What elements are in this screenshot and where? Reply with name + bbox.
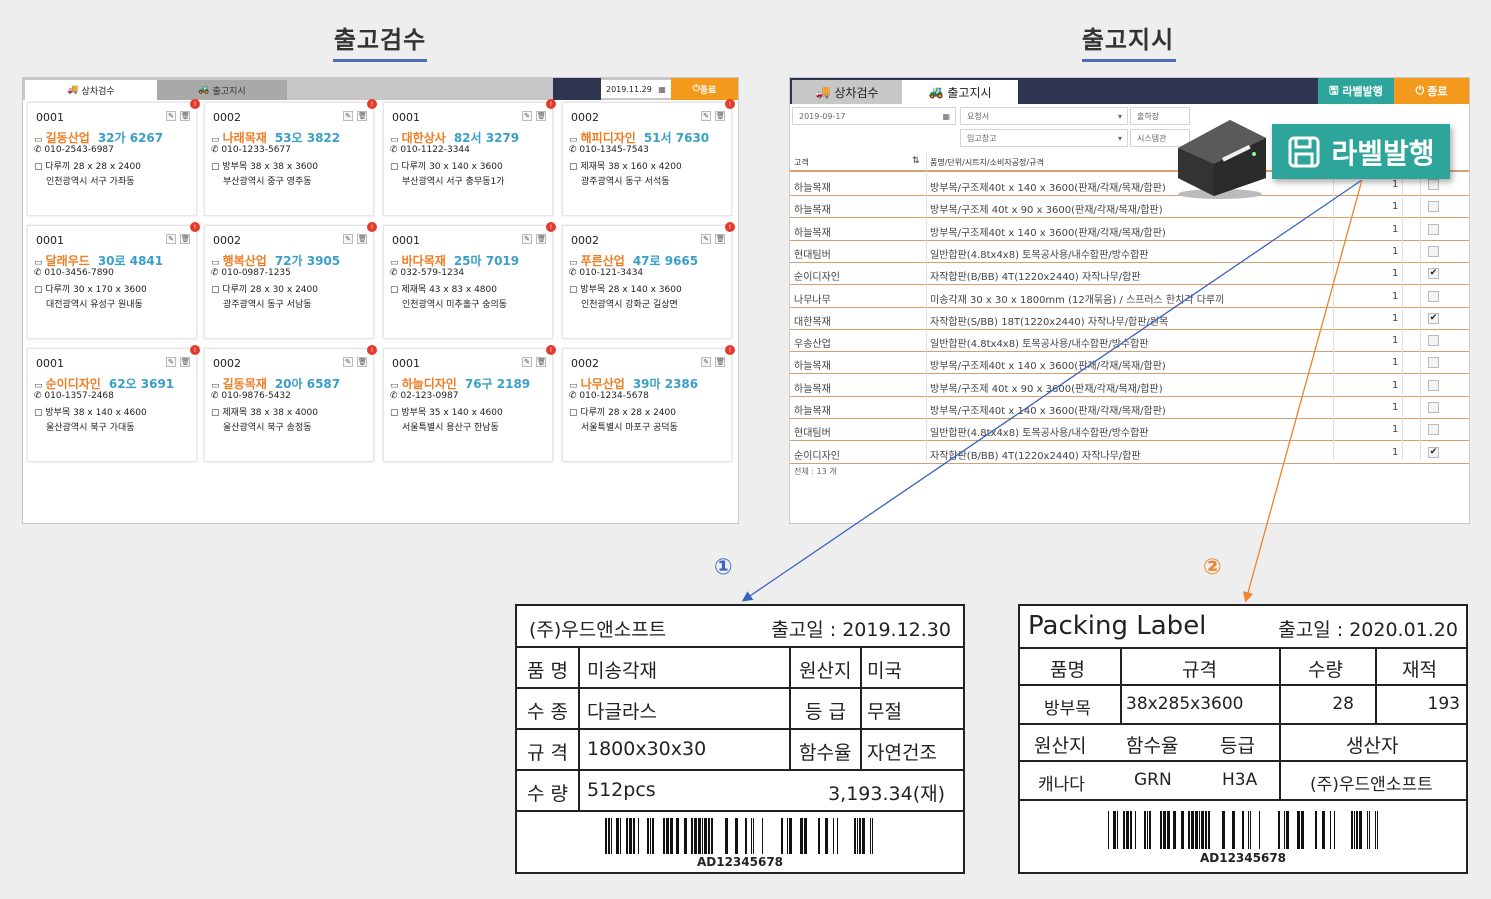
divider [1020, 760, 1466, 762]
key-grade: 등 급 [805, 701, 846, 723]
label-title: Packing Label [1028, 611, 1207, 641]
val-volume: 193 [1427, 694, 1460, 714]
val-grade: H3A [1222, 770, 1258, 790]
val-qty: 28 [1332, 694, 1354, 714]
label-date: 출고일 : 2019.12.30 [771, 619, 951, 641]
key-size: 규 격 [527, 742, 568, 764]
val-qty: 512pcs [587, 779, 656, 801]
arrow-to-label-1 [741, 179, 1363, 602]
val-size: 1800x30x30 [587, 738, 707, 760]
divider [517, 728, 963, 730]
divider [578, 646, 580, 810]
val-product: 방부목 [1044, 699, 1091, 719]
val-size: 38x285x3600 [1126, 694, 1244, 714]
divider [517, 646, 963, 648]
barcode [605, 818, 873, 854]
divider [517, 687, 963, 689]
val-product: 미송각재 [587, 660, 657, 682]
divider [789, 646, 791, 770]
val-origin: 캐나다 [1038, 775, 1085, 795]
shipping-label-1: (주)우드앤소프트 출고일 : 2019.12.30 품 명 미송각재 원산지 … [515, 604, 965, 874]
barcode-text: AD12345678 [1199, 851, 1287, 865]
val-origin: 미국 [867, 660, 902, 682]
head-grade: 등급 [1220, 735, 1255, 757]
val-moisture: GRN [1134, 770, 1172, 790]
divider [1375, 647, 1377, 723]
head-moisture: 함수율 [1126, 735, 1179, 757]
key-moisture: 함수율 [799, 742, 852, 764]
key-species: 수 종 [527, 701, 568, 723]
divider [1020, 684, 1466, 686]
packing-label-2: Packing Label 출고일 : 2020.01.20 품명 규격 수량 … [1018, 604, 1468, 874]
label-2-marker: ② [1203, 555, 1222, 580]
head-size: 규격 [1182, 659, 1217, 681]
val-moisture: 자연건조 [867, 742, 937, 764]
divider [517, 810, 963, 812]
divider [1279, 647, 1281, 799]
divider [1020, 723, 1466, 725]
head-origin: 원산지 [1034, 735, 1087, 757]
label-date: 출고일 : 2020.01.20 [1278, 619, 1458, 641]
val-volume: 3,193.34(재) [828, 783, 945, 805]
key-qty: 수 량 [527, 783, 568, 805]
divider [1020, 799, 1466, 801]
arrow-to-label-2 [1243, 179, 1363, 603]
label-company: (주)우드앤소프트 [529, 619, 667, 641]
head-producer: 생산자 [1346, 735, 1399, 757]
key-origin: 원산지 [799, 660, 852, 682]
divider [1020, 647, 1466, 649]
divider [860, 646, 862, 770]
divider [1120, 647, 1122, 723]
val-producer: (주)우드앤소프트 [1310, 775, 1433, 795]
barcode-text: AD12345678 [696, 855, 784, 869]
key-product: 품 명 [527, 660, 568, 682]
head-product: 품명 [1050, 659, 1085, 681]
head-volume: 재적 [1402, 659, 1437, 681]
val-grade: 무절 [867, 701, 902, 723]
divider [517, 769, 963, 771]
head-qty: 수량 [1308, 659, 1343, 681]
barcode [1108, 811, 1378, 849]
val-species: 다글라스 [587, 701, 657, 723]
label-1-marker: ① [714, 555, 733, 580]
